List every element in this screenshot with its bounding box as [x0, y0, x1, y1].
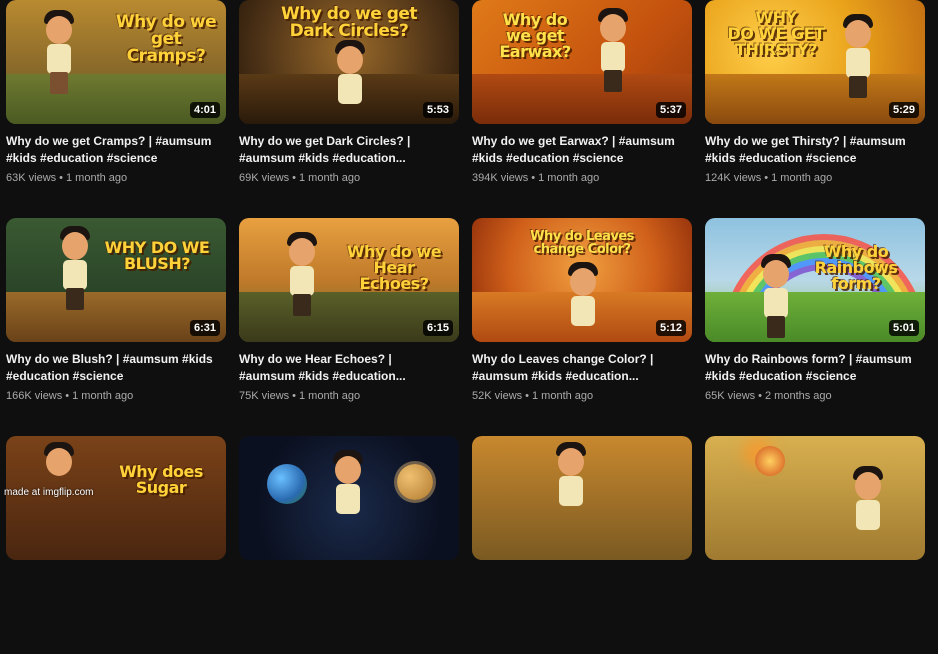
video-thumbnail[interactable]: Why do we Hear Echoes? 6:15 — [239, 218, 459, 342]
duration-badge: 5:12 — [655, 320, 686, 336]
video-card-rainbows[interactable]: Why do Rainbows form? 5:01 Why do Rainbo… — [705, 218, 925, 436]
video-card-sugar[interactable]: Why does Sugar — [6, 436, 226, 654]
thumbnail-text: Why do we Hear Echoes? — [346, 242, 442, 293]
duration-badge: 5:29 — [888, 102, 919, 118]
upload-age: 1 month ago — [532, 390, 594, 402]
earth-graphic — [267, 464, 307, 504]
video-card-leaves[interactable]: Why do Leaves change Color? 5:12 Why do … — [472, 218, 692, 436]
video-title[interactable]: Why do we Hear Echoes? | #aumsum #kids #… — [239, 351, 459, 385]
video-card-dark-circles[interactable]: Why do we get Dark Circles? 5:53 Why do … — [239, 0, 459, 218]
upload-age: 1 month ago — [66, 172, 128, 184]
video-card-cramps[interactable]: Why do we get Cramps? 4:01 Why do we get… — [6, 0, 226, 218]
duration-badge: 6:15 — [422, 320, 453, 336]
video-thumbnail[interactable]: WHY DO WE BLUSH? 6:31 — [6, 218, 226, 342]
video-title[interactable]: Why do Leaves change Color? | #aumsum #k… — [472, 351, 692, 385]
meteor-graphic — [755, 446, 785, 476]
duration-badge: 5:53 — [422, 102, 453, 118]
video-stats: 63K views • 1 month ago — [6, 172, 128, 184]
video-title[interactable]: Why do we get Thirsty? | #aumsum #kids #… — [705, 133, 925, 167]
upload-age: 1 month ago — [538, 172, 600, 184]
upload-age: 1 month ago — [72, 390, 134, 402]
video-stats: 75K views • 1 month ago — [239, 390, 361, 402]
view-count: 394K views — [472, 172, 529, 184]
video-card-meteor[interactable] — [705, 436, 925, 654]
thumbnail-text: Why do we get Cramps? — [115, 12, 217, 66]
thumbnail-text: Why do we get Dark Circles? — [280, 4, 418, 41]
video-card-echoes[interactable]: Why do we Hear Echoes? 6:15 Why do we He… — [239, 218, 459, 436]
video-stats: 52K views • 1 month ago — [472, 390, 594, 402]
thumbnail-text: Why do we get Earwax? — [499, 10, 571, 61]
video-stats: 124K views • 1 month ago — [705, 172, 833, 184]
upload-age: 2 months ago — [765, 390, 832, 402]
duration-badge: 5:01 — [888, 320, 919, 336]
thumbnail-text: WHY DO WE BLUSH? — [104, 238, 210, 273]
thumbnail-text: WHY DO WE GET THIRSTY? — [727, 8, 825, 59]
video-title[interactable]: Why do we Blush? | #aumsum #kids #educat… — [6, 351, 226, 385]
video-card-planets[interactable] — [239, 436, 459, 654]
video-card-earwax[interactable]: Why do we get Earwax? 5:37 Why do we get… — [472, 0, 692, 218]
view-count: 166K views — [6, 390, 63, 402]
duration-badge: 4:01 — [189, 102, 220, 118]
video-thumbnail[interactable] — [472, 436, 692, 560]
video-card-blush[interactable]: WHY DO WE BLUSH? 6:31 Why do we Blush? |… — [6, 218, 226, 436]
upload-age: 1 month ago — [299, 390, 361, 402]
video-thumbnail[interactable] — [239, 436, 459, 560]
video-thumbnail[interactable]: WHY DO WE GET THIRSTY? 5:29 — [705, 0, 925, 124]
video-thumbnail[interactable]: Why does Sugar — [6, 436, 226, 560]
video-grid: Why do we get Cramps? 4:01 Why do we get… — [6, 0, 925, 654]
video-thumbnail[interactable]: Why do we get Cramps? 4:01 — [6, 0, 226, 124]
video-title[interactable]: Why do we get Earwax? | #aumsum #kids #e… — [472, 133, 692, 167]
video-title[interactable]: Why do we get Dark Circles? | #aumsum #k… — [239, 133, 459, 167]
video-title[interactable]: Why do we get Cramps? | #aumsum #kids #e… — [6, 133, 226, 167]
thumbnail-text: Why does Sugar — [119, 462, 203, 497]
duration-badge: 6:31 — [189, 320, 220, 336]
video-card-thirsty[interactable]: WHY DO WE GET THIRSTY? 5:29 Why do we ge… — [705, 0, 925, 218]
view-count: 63K views — [6, 172, 57, 184]
duration-badge: 5:37 — [655, 102, 686, 118]
thumbnail-text: Why do Rainbows form? — [814, 242, 898, 293]
video-thumbnail[interactable] — [705, 436, 925, 560]
video-thumbnail[interactable]: Why do we get Dark Circles? 5:53 — [239, 0, 459, 124]
upload-age: 1 month ago — [771, 172, 833, 184]
view-count: 124K views — [705, 172, 762, 184]
video-thumbnail[interactable]: Why do we get Earwax? 5:37 — [472, 0, 692, 124]
video-stats: 394K views • 1 month ago — [472, 172, 600, 184]
view-count: 65K views — [705, 390, 756, 402]
upload-age: 1 month ago — [299, 172, 361, 184]
video-title[interactable]: Why do Rainbows form? | #aumsum #kids #e… — [705, 351, 925, 385]
view-count: 69K views — [239, 172, 290, 184]
thumbnail-text: Why do Leaves change Color? — [530, 229, 634, 257]
video-card-sneeze[interactable] — [472, 436, 692, 654]
video-stats: 69K views • 1 month ago — [239, 172, 361, 184]
saturn-graphic — [397, 464, 433, 500]
video-thumbnail[interactable]: Why do Rainbows form? 5:01 — [705, 218, 925, 342]
view-count: 75K views — [239, 390, 290, 402]
video-thumbnail[interactable]: Why do Leaves change Color? 5:12 — [472, 218, 692, 342]
video-stats: 166K views • 1 month ago — [6, 390, 134, 402]
view-count: 52K views — [472, 390, 523, 402]
video-stats: 65K views • 2 months ago — [705, 390, 832, 402]
imgflip-watermark: made at imgflip.com — [4, 487, 94, 498]
